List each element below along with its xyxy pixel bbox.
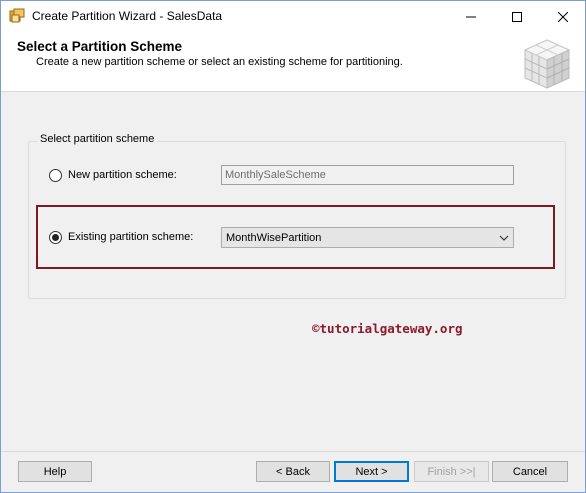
dropdown-value: MonthWisePartition (226, 232, 322, 244)
new-scheme-label[interactable]: New partition scheme: (68, 169, 177, 181)
new-scheme-radio[interactable] (49, 169, 62, 182)
partition-wizard-icon (9, 8, 25, 24)
maximize-button[interactable] (494, 1, 540, 32)
finish-button[interactable]: Finish >>| (414, 461, 489, 482)
cancel-button[interactable]: Cancel (492, 461, 568, 482)
existing-scheme-dropdown[interactable]: MonthWisePartition (221, 227, 514, 248)
close-button[interactable] (540, 1, 586, 32)
page-title: Select a Partition Scheme (17, 39, 183, 54)
help-button[interactable]: Help (18, 461, 92, 482)
close-icon (558, 11, 568, 22)
group-label: Select partition scheme (37, 133, 158, 145)
new-scheme-input[interactable]: MonthlySaleScheme (221, 165, 514, 185)
footer-divider (1, 451, 585, 452)
back-button[interactable]: < Back (256, 461, 330, 482)
wizard-header: Select a Partition Scheme Create a new p… (1, 32, 585, 92)
wizard-window: Create Partition Wizard - SalesData Sele… (0, 0, 586, 493)
chevron-down-icon (499, 233, 509, 243)
existing-scheme-label[interactable]: Existing partition scheme: (68, 231, 193, 243)
cube-icon (523, 38, 571, 90)
existing-scheme-radio[interactable] (49, 231, 62, 244)
minimize-icon (466, 16, 476, 17)
watermark: ©tutorialgateway.org (312, 321, 463, 336)
title-bar[interactable]: Create Partition Wizard - SalesData (1, 1, 585, 32)
minimize-button[interactable] (448, 1, 494, 32)
maximize-icon (512, 11, 522, 22)
window-title: Create Partition Wizard - SalesData (32, 9, 223, 23)
page-subtitle: Create a new partition scheme or select … (36, 56, 403, 68)
next-button[interactable]: Next > (334, 461, 409, 482)
